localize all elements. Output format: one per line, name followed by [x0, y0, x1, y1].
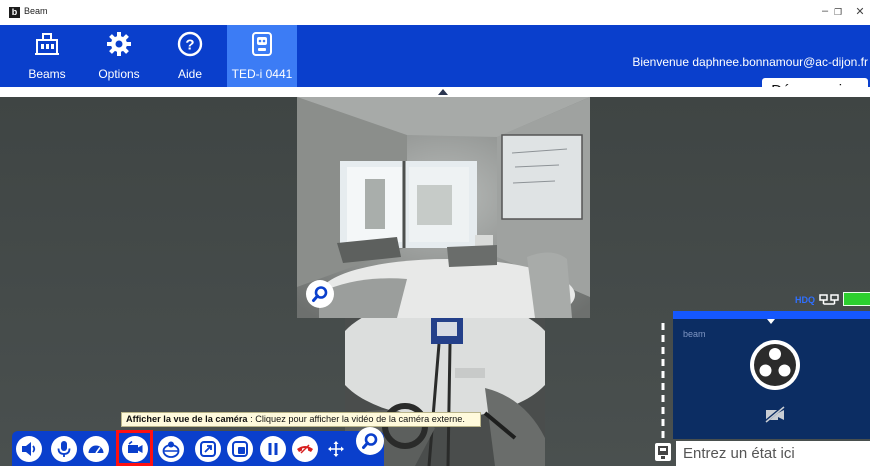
nav-label: TED-i 0441 — [231, 67, 293, 81]
main-nav: Beams Options ? Aide TED-i 0441 Bienvenu… — [0, 25, 870, 104]
picture-in-picture-button[interactable] — [227, 436, 253, 462]
tooltip-text: : Cliquez pour afficher la vidéo de la c… — [247, 414, 465, 424]
hang-up-icon — [297, 444, 313, 454]
nav-item-aide[interactable]: ? Aide — [168, 25, 212, 87]
speed-gauge-icon — [88, 445, 104, 454]
status-bar — [655, 441, 870, 466]
self-view-panel: beam — [673, 311, 870, 439]
zoom-icon — [362, 433, 378, 449]
collapse-nav-arrow-icon[interactable] — [438, 89, 448, 95]
signal-strength-bar — [843, 292, 870, 306]
welcome-message: Bienvenue daphnee.bonnamour@ac-dijon.fr — [632, 55, 868, 69]
speaker-button[interactable] — [16, 436, 42, 462]
move-icon[interactable] — [328, 441, 344, 457]
window-title: Beam — [24, 6, 48, 16]
highlight-box — [116, 430, 153, 466]
microphone-button[interactable] — [51, 436, 77, 462]
video-quality-label: HDQ — [795, 295, 815, 305]
nav-item-options[interactable]: Options — [92, 25, 146, 87]
speaker-icon — [22, 442, 36, 456]
pause-button[interactable] — [260, 436, 286, 462]
fullscreen-icon — [200, 441, 216, 457]
nav-label: Beams — [28, 67, 66, 81]
self-view-brand: beam — [683, 329, 706, 339]
app-logo: b — [9, 7, 20, 18]
help-icon: ? — [177, 31, 203, 57]
beams-icon — [35, 33, 59, 55]
nav-label: Aide — [177, 67, 203, 81]
robot-view-icon — [162, 441, 180, 458]
panel-divider — [661, 323, 665, 438]
title-bar: b Beam – ❐ ✕ — [0, 0, 870, 25]
nav-divider — [0, 87, 870, 97]
pause-icon — [268, 443, 278, 455]
nav-label: Options — [98, 67, 140, 81]
nav-item-ted-i[interactable]: TED-i 0441 — [227, 25, 297, 87]
status-message-icon — [655, 443, 671, 461]
speed-button[interactable] — [83, 436, 109, 462]
zoom-main-camera-button[interactable] — [306, 280, 334, 308]
picture-in-picture-icon — [232, 441, 248, 457]
call-toolbar — [12, 427, 384, 466]
toolbar-zoom-button[interactable] — [356, 427, 384, 455]
hang-up-button[interactable] — [292, 436, 318, 462]
tooltip: Afficher la vue de la caméra : Cliquez p… — [121, 412, 481, 427]
video-stage: HDQ beam Entrez un état ici Afficher la … — [0, 97, 870, 466]
maximize-button[interactable]: ❐ — [830, 7, 846, 18]
gear-icon — [107, 32, 131, 56]
self-view-header[interactable] — [673, 311, 870, 319]
camera-source-logo-icon — [750, 340, 800, 390]
fullscreen-button[interactable] — [195, 436, 221, 462]
collapse-self-view-icon[interactable] — [767, 319, 775, 324]
main-camera-video[interactable] — [297, 97, 590, 318]
close-button[interactable]: ✕ — [852, 5, 868, 18]
tooltip-title: Afficher la vue de la caméra — [126, 414, 248, 424]
room-scene — [297, 97, 590, 318]
svg-text:?: ? — [185, 37, 194, 54]
zoom-icon — [312, 286, 328, 302]
robot-view-button[interactable] — [158, 436, 184, 462]
nav-item-beams[interactable]: Beams — [25, 25, 69, 87]
status-input[interactable] — [676, 441, 870, 466]
robot-icon — [252, 32, 272, 56]
microphone-icon — [57, 441, 71, 457]
camera-off-icon[interactable] — [764, 405, 786, 423]
network-icon — [819, 294, 839, 305]
